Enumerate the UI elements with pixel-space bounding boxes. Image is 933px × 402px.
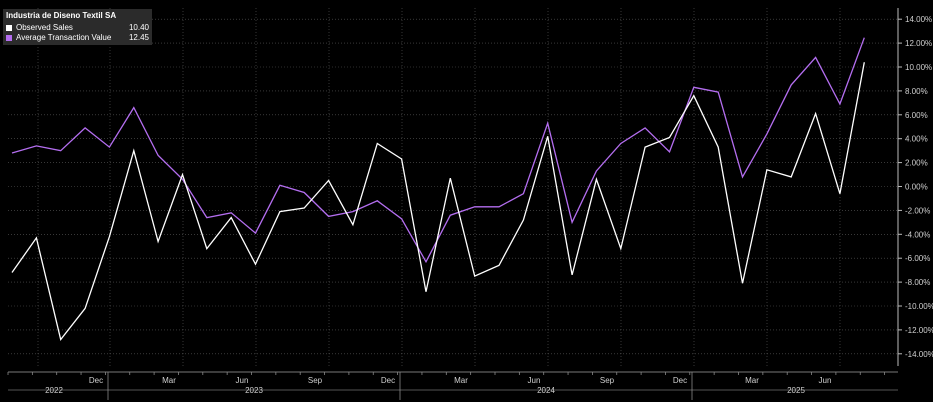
legend-label-observed-sales: Observed Sales — [16, 23, 73, 32]
y-tick-label: -2.00% — [905, 206, 930, 215]
x-month-label: Sep — [308, 376, 323, 385]
legend-value-observed-sales: 10.40 — [128, 23, 149, 32]
legend-swatch-average-transaction-value — [6, 35, 12, 41]
y-tick-label: 6.00% — [905, 111, 928, 120]
line-chart: 14.00% 12.00% 10.00% 8.00% 6.00% 4.00% 2.00% 0.… — [0, 0, 933, 402]
legend-item-average-transaction-value: Average Transaction Value 12.45 — [6, 33, 149, 43]
legend-item-observed-sales: Observed Sales 10.40 — [6, 23, 149, 33]
y-tick-label: -12.00% — [905, 326, 933, 335]
x-month-label: Mar — [162, 376, 176, 385]
x-month-label: Mar — [745, 376, 759, 385]
legend: Industria de Diseno Textil SA Observed S… — [3, 9, 152, 45]
y-tick-label: 8.00% — [905, 87, 928, 96]
x-month-label: Sep — [600, 376, 615, 385]
y-tick-label: -14.00% — [905, 350, 933, 359]
legend-value-average-transaction-value: 12.45 — [128, 33, 149, 42]
y-tick-label: 2.00% — [905, 159, 928, 168]
x-month-label: Dec — [673, 376, 687, 385]
y-tick-label: -4.00% — [905, 230, 930, 239]
x-month-label: Jun — [819, 376, 832, 385]
x-month-label: Dec — [381, 376, 395, 385]
x-month-label: Jun — [236, 376, 249, 385]
y-tick-label: -6.00% — [905, 254, 930, 263]
legend-swatch-observed-sales — [6, 25, 12, 31]
x-year-label: 2022 — [45, 386, 63, 395]
y-tick-label: 10.00% — [905, 63, 932, 72]
x-month-label: Jun — [528, 376, 541, 385]
y-tick-label: -10.00% — [905, 302, 933, 311]
x-year-label: 2023 — [245, 386, 263, 395]
x-year-label: 2024 — [537, 386, 555, 395]
y-tick-label: 12.00% — [905, 39, 932, 48]
y-tick-label: 0.00% — [905, 183, 928, 192]
x-month-label: Mar — [454, 376, 468, 385]
x-month-label: Dec — [89, 376, 103, 385]
y-tick-label: 14.00% — [905, 15, 932, 24]
chart-background — [0, 0, 933, 402]
legend-label-average-transaction-value: Average Transaction Value — [16, 33, 112, 42]
x-year-label: 2025 — [787, 386, 805, 395]
y-tick-label: -8.00% — [905, 278, 930, 287]
y-tick-label: 4.00% — [905, 135, 928, 144]
legend-title: Industria de Diseno Textil SA — [6, 11, 117, 20]
